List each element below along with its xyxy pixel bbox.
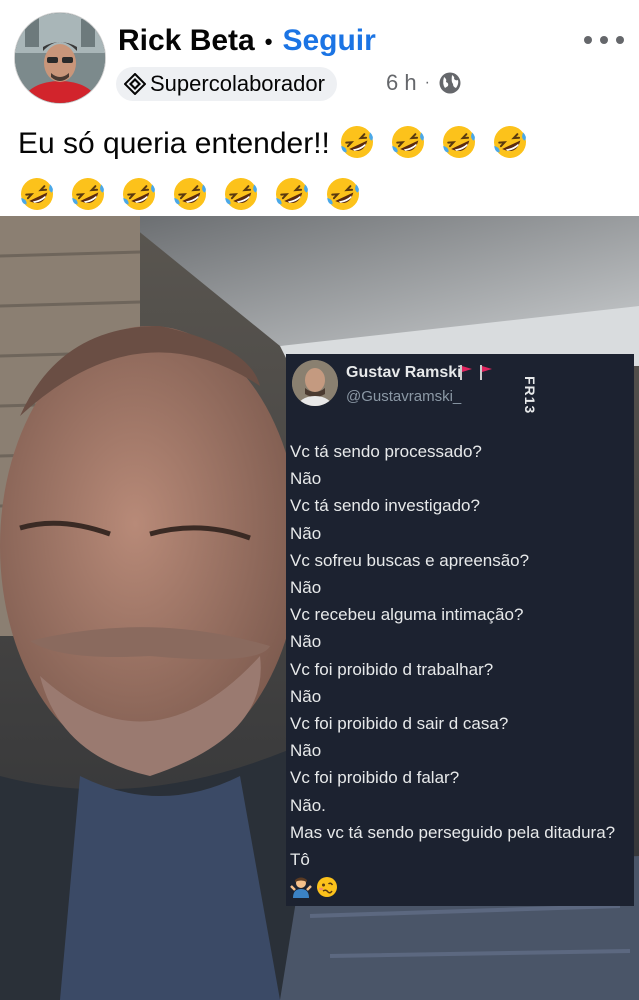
post-caption: Eu só queria entender!! [18,118,628,222]
woozy-face-emoji [316,876,338,898]
meta-separator: · [424,74,430,91]
person-shrugging-emoji [290,876,312,898]
red-flag-icons [460,365,492,380]
supercolaborador-badge[interactable]: Supercolaborador [116,67,337,101]
tweet-handle: @Gustavramski_ [346,388,462,405]
tweet-line: Não [290,686,322,706]
more-options-button[interactable] [584,30,624,50]
rolling-on-floor-laughing-emoji [273,175,311,213]
tweet-line: Vc tá sendo investigado? [290,496,480,516]
post-image[interactable]: Gustav Ramski @Gustavramski_ FR13 Vc tá … [0,216,639,1000]
author-line: Rick Beta • Seguir [118,24,376,58]
tweet-line: Não. [290,795,326,815]
post-meta: 6 h · [386,70,462,96]
tweet-line: Vc foi proibido d trabalhar? [290,659,494,679]
rolling-on-floor-laughing-emoji [389,123,427,161]
follow-button[interactable]: Seguir [282,24,375,57]
author-name[interactable]: Rick Beta [118,24,255,57]
tweet-line: Não [290,578,322,598]
tweet-line: Não [290,632,322,652]
rolling-on-floor-laughing-emoji [171,175,209,213]
globe-icon [439,72,461,94]
tweet-overlay: Gustav Ramski @Gustavramski_ FR13 Vc tá … [286,354,634,906]
tweet-end-emojis [290,876,338,898]
fr13-logo: FR13 [522,376,538,415]
tweet-avatar [292,360,338,406]
badge-label: Supercolaborador [150,71,325,96]
rolling-on-floor-laughing-emoji [120,175,158,213]
separator-dot: • [264,29,273,55]
rolling-on-floor-laughing-emoji [440,123,478,161]
tweet-line: Não [290,469,322,489]
tweet-line: Não [290,523,322,543]
tweet-line: Vc recebeu alguma intimação? [290,605,524,625]
tweet-author-name: Gustav Ramski [346,364,462,381]
author-avatar[interactable] [14,12,106,104]
post-time[interactable]: 6 h [386,70,417,96]
more-dot [584,36,592,44]
rolling-on-floor-laughing-emoji [69,175,107,213]
tweet-body: Vc tá sendo processado? Não Vc tá sendo in… [290,438,634,873]
rolling-on-floor-laughing-emoji [338,123,376,161]
tweet-line: Vc foi proibido d sair d casa? [290,714,509,734]
post-header: Rick Beta • Seguir Supercolaborador 6 h · [0,0,639,110]
diamond-badge-icon [124,73,146,95]
tweet-line: Tô [290,850,310,870]
tweet-line: Vc foi proibido d falar? [290,768,460,788]
more-dot [616,36,624,44]
tweet-line: Mas vc tá sendo perseguido pela ditadura… [290,822,616,842]
more-dot [600,36,608,44]
tweet-line: Vc tá sendo processado? [290,442,482,461]
caption-text: Eu só queria entender!! [18,127,330,160]
tweet-line: Não [290,741,322,761]
rolling-on-floor-laughing-emoji [222,175,260,213]
rolling-on-floor-laughing-emoji [324,175,362,213]
rolling-on-floor-laughing-emoji [491,123,529,161]
rolling-on-floor-laughing-emoji [18,175,56,213]
tweet-line: Vc sofreu buscas e apreensão? [290,550,530,570]
